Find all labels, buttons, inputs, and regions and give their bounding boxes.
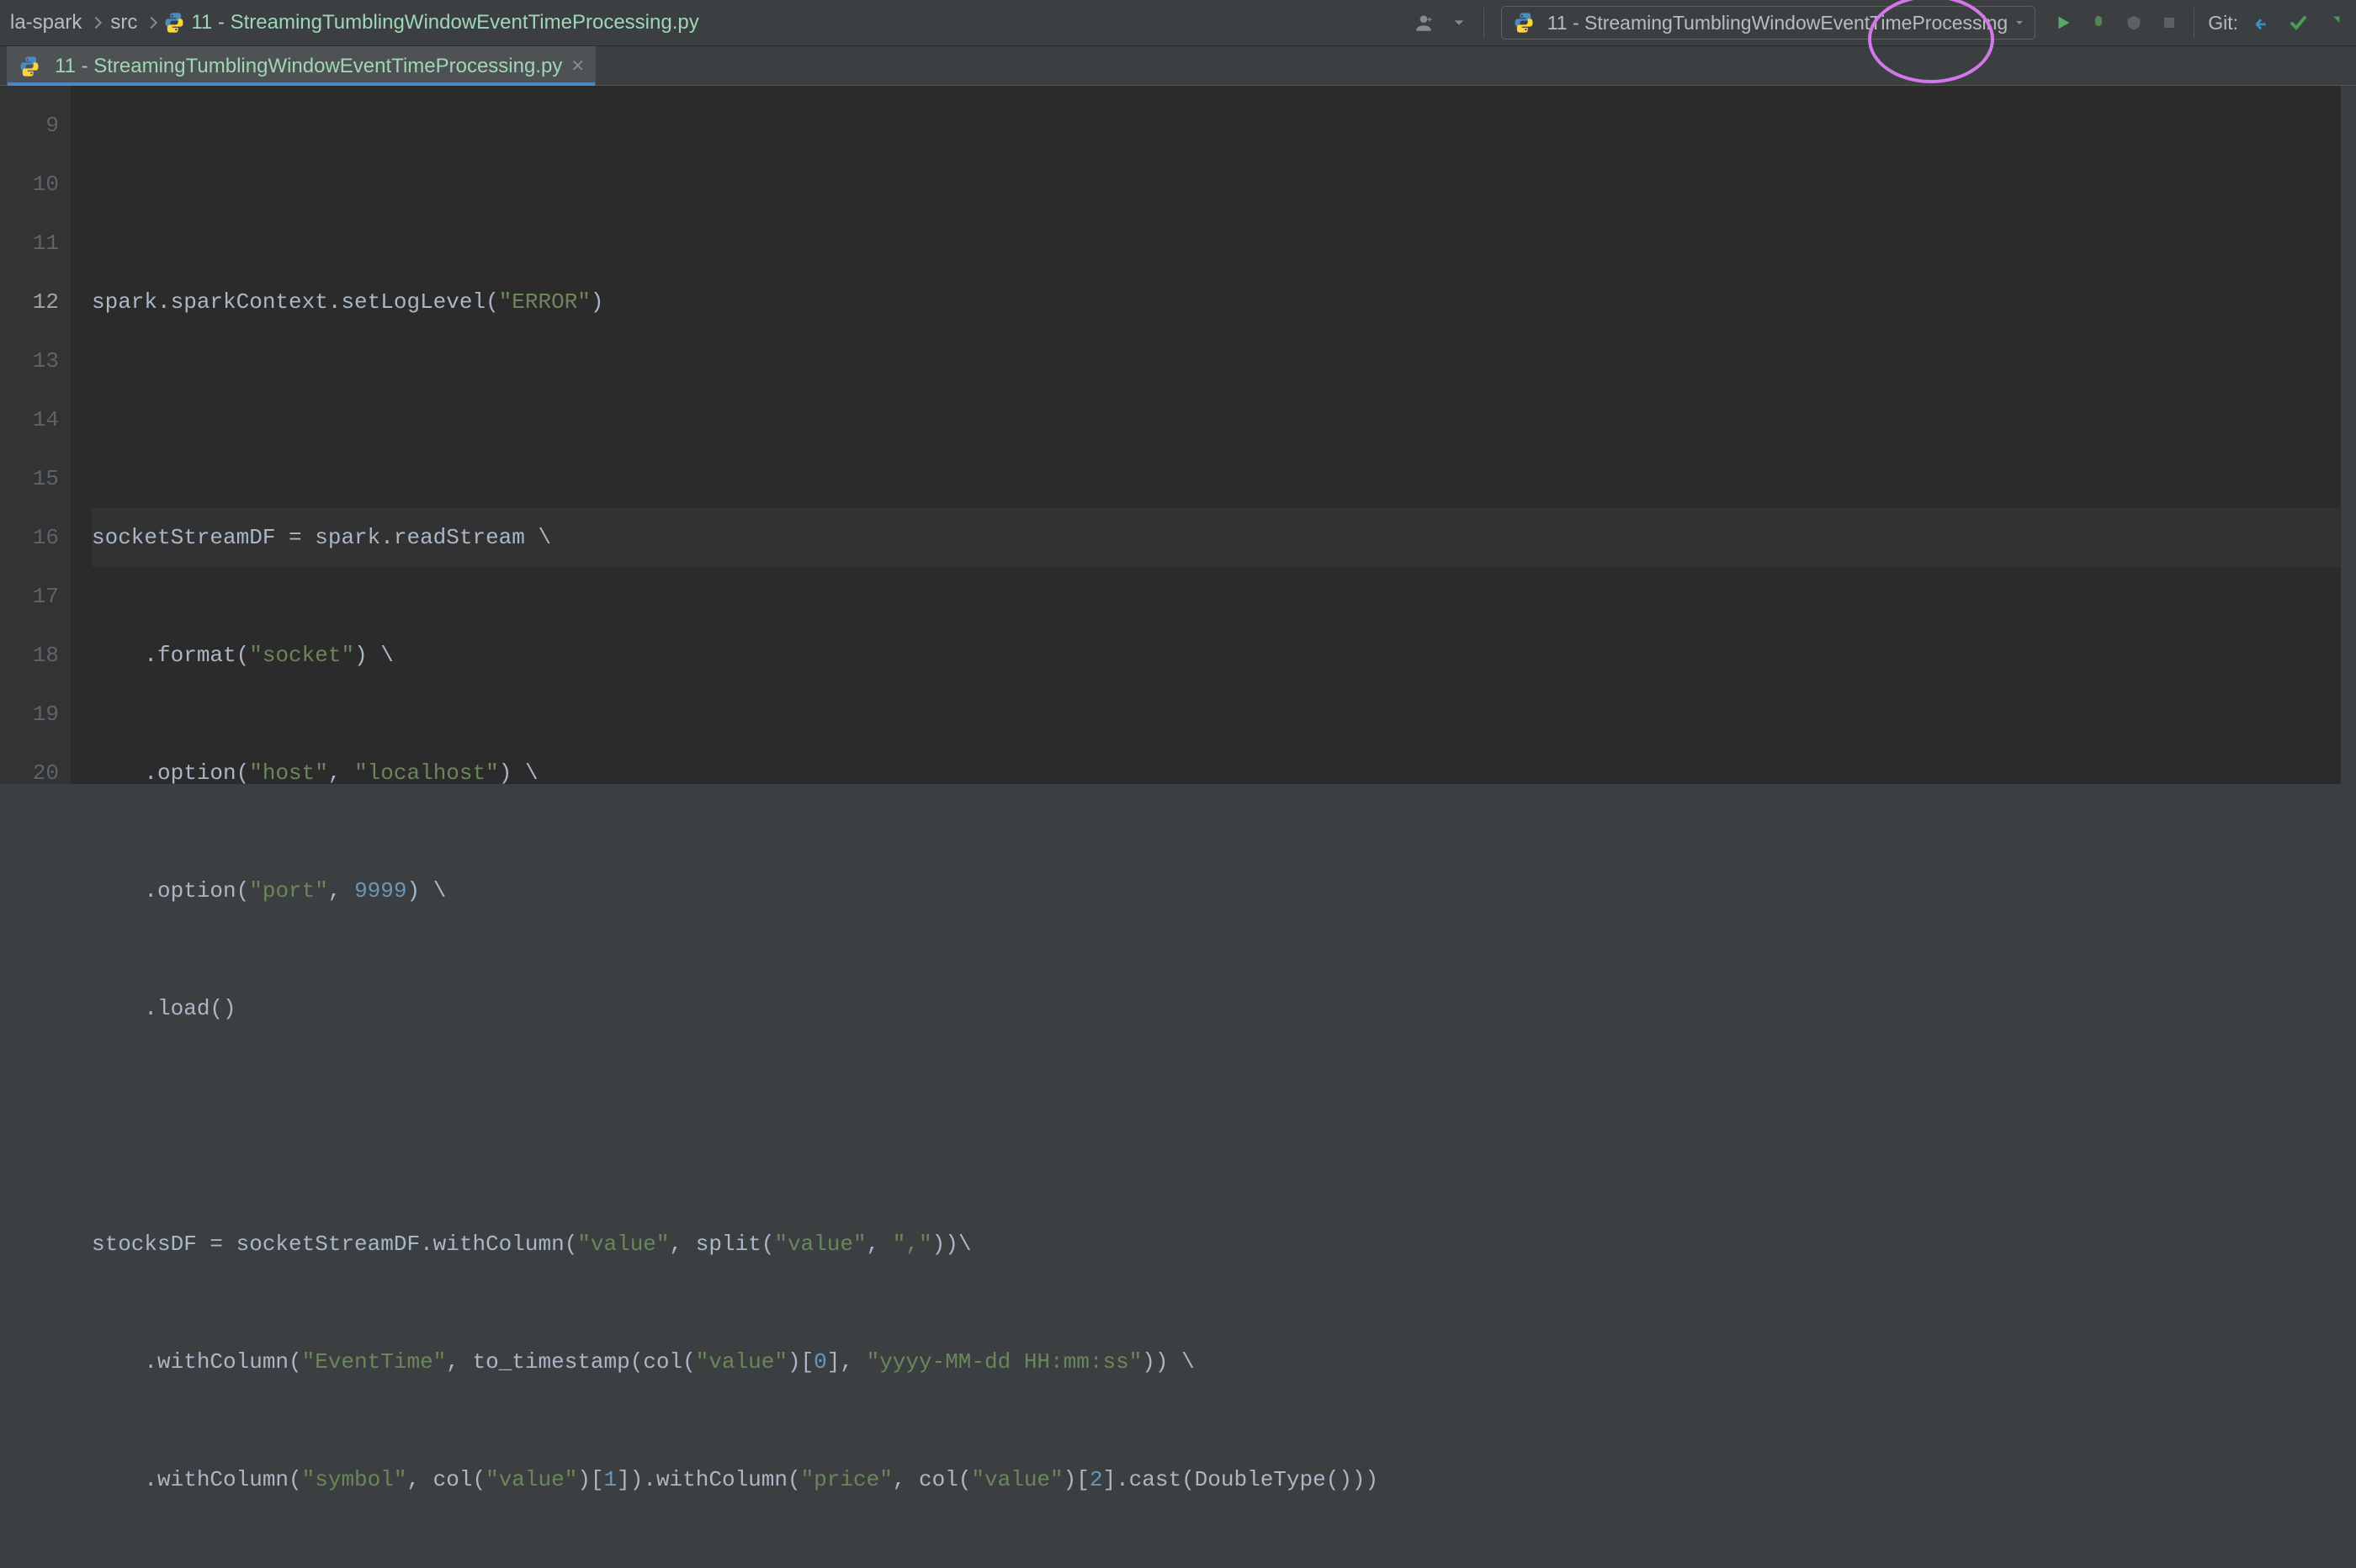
code-line: .withColumn("symbol", col("value")[1]).w… (92, 1450, 2341, 1509)
chevron-right-icon (146, 17, 157, 29)
line-number[interactable]: 17 (0, 567, 59, 626)
line-number[interactable]: 16 (0, 508, 59, 567)
editor-area: 9 10 11 12 13 14 15 16 17 18 19 20 spark… (0, 86, 2356, 784)
code-line (92, 390, 2341, 449)
line-number[interactable]: 11 (0, 214, 59, 273)
breadcrumb-file-label: 11 - StreamingTumblingWindowEventTimePro… (191, 11, 698, 34)
chevron-down-icon (2014, 18, 2024, 28)
breadcrumb-project[interactable]: la-spark (7, 11, 85, 34)
breadcrumbs: la-spark src 11 - StreamingTumblingWindo… (7, 11, 1408, 34)
scrollbar[interactable] (2341, 86, 2356, 784)
divider (1483, 8, 1484, 38)
gutter: 9 10 11 12 13 14 15 16 17 18 19 20 (0, 86, 72, 784)
toolbar-actions: 11 - StreamingTumblingWindowEventTimePro… (1408, 6, 2349, 40)
line-number[interactable]: 12 (0, 273, 59, 331)
chevron-right-icon (90, 17, 102, 29)
code-line (92, 1097, 2341, 1156)
chevron-down-icon[interactable] (1443, 7, 1475, 39)
add-user-icon[interactable] (1408, 7, 1440, 39)
git-update-button[interactable] (2247, 7, 2279, 39)
code-line: socketStreamDF = spark.readStream \ (92, 508, 2341, 567)
python-file-icon (18, 55, 41, 78)
line-number[interactable]: 13 (0, 331, 59, 390)
code-line: .format("socket") \ (92, 626, 2341, 685)
breadcrumb-folder[interactable]: src (107, 11, 141, 34)
breadcrumb-file[interactable]: 11 - StreamingTumblingWindowEventTimePro… (162, 11, 698, 34)
editor-tab-label: 11 - StreamingTumblingWindowEventTimePro… (55, 55, 562, 78)
git-push-button[interactable] (2317, 7, 2349, 39)
editor-tabs: 11 - StreamingTumblingWindowEventTimePro… (0, 46, 2356, 86)
coverage-button[interactable] (2118, 7, 2150, 39)
run-button[interactable] (2047, 7, 2079, 39)
code-line (92, 155, 2341, 214)
line-number[interactable]: 9 (0, 96, 59, 155)
line-number[interactable]: 15 (0, 449, 59, 508)
run-config-selector[interactable]: 11 - StreamingTumblingWindowEventTimePro… (1501, 6, 2036, 40)
line-number[interactable]: 20 (0, 744, 59, 803)
code-line: .option("host", "localhost") \ (92, 744, 2341, 803)
line-number[interactable]: 19 (0, 685, 59, 744)
run-config-label: 11 - StreamingTumblingWindowEventTimePro… (1547, 12, 2008, 34)
toolbar: la-spark src 11 - StreamingTumblingWindo… (0, 0, 2356, 46)
python-file-icon (162, 11, 186, 34)
git-commit-button[interactable] (2282, 7, 2314, 39)
line-number[interactable]: 10 (0, 155, 59, 214)
editor-tab[interactable]: 11 - StreamingTumblingWindowEventTimePro… (7, 46, 596, 85)
code-line: stocksDF = socketStreamDF.withColumn("va… (92, 1215, 2341, 1274)
close-icon[interactable]: ✕ (570, 56, 585, 77)
code-line: .withColumn("EventTime", to_timestamp(co… (92, 1332, 2341, 1391)
code-line: .option("port", 9999) \ (92, 861, 2341, 920)
python-file-icon (1512, 11, 1536, 34)
code-line: spark.sparkContext.setLogLevel("ERROR") (92, 273, 2341, 331)
code-editor[interactable]: spark.sparkContext.setLogLevel("ERROR") … (72, 86, 2341, 784)
debug-button[interactable] (2083, 7, 2115, 39)
stop-button[interactable] (2153, 7, 2185, 39)
line-number[interactable]: 18 (0, 626, 59, 685)
git-label: Git: (2208, 12, 2238, 34)
line-number[interactable]: 14 (0, 390, 59, 449)
code-line: .load() (92, 979, 2341, 1038)
